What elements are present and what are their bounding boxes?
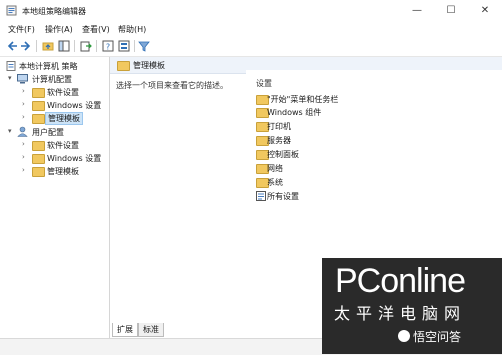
- tree-item-label: 用户配置: [32, 128, 64, 137]
- chevron-right-icon[interactable]: ›: [22, 100, 25, 108]
- tree-item-label: Windows 设置: [47, 101, 102, 110]
- list-item-label: 打印机: [267, 122, 291, 131]
- user-icon: [17, 126, 28, 137]
- computer-icon: [17, 74, 28, 84]
- folder-icon: [32, 114, 45, 124]
- filter-icon[interactable]: [138, 40, 150, 52]
- tree-item-label: 软件设置: [47, 141, 79, 150]
- help-icon[interactable]: ?: [102, 40, 114, 52]
- column-header-settings[interactable]: 设置: [256, 78, 272, 89]
- chevron-right-icon[interactable]: ›: [22, 140, 25, 148]
- maximize-button[interactable]: ☐: [434, 0, 468, 22]
- menu-action[interactable]: 操作(A): [45, 24, 73, 35]
- tree-item-label: 管理模板: [47, 167, 79, 176]
- chevron-right-icon[interactable]: ›: [22, 166, 25, 174]
- list-item-label: 系统: [267, 178, 283, 187]
- tree-item-label: 管理模板: [45, 112, 83, 125]
- tree-item-label: 计算机配置: [32, 75, 72, 84]
- wukong-qa-icon: [398, 330, 410, 342]
- toolbar-separator: [96, 40, 97, 52]
- up-folder-icon[interactable]: [42, 40, 54, 52]
- list-item-label: Windows 组件: [267, 108, 322, 117]
- folder-icon: [32, 88, 45, 98]
- toolbar-separator: [36, 40, 37, 52]
- folder-icon: [32, 167, 45, 177]
- show-hide-tree-icon[interactable]: [58, 40, 70, 52]
- tree-item-label: Windows 设置: [47, 154, 102, 163]
- chevron-down-icon[interactable]: ▾: [8, 127, 12, 135]
- tab-standard[interactable]: 标准: [138, 323, 164, 337]
- wukong-qa-text: 悟空问答: [413, 330, 462, 344]
- minimize-button[interactable]: —: [400, 0, 434, 22]
- all-settings-icon: [256, 191, 266, 201]
- toolbar-separator: [74, 40, 75, 52]
- pconline-logo: PConline: [335, 262, 466, 300]
- folder-icon: [32, 141, 45, 151]
- back-arrow-icon[interactable]: [6, 40, 18, 52]
- menu-view[interactable]: 查看(V): [82, 24, 110, 35]
- description-text: 选择一个项目来查看它的描述。: [116, 81, 228, 90]
- tree-item-label: 软件设置: [47, 88, 79, 97]
- list-item-label: 服务器: [267, 136, 291, 145]
- group-policy-app-icon: [6, 5, 17, 16]
- toolbar: [0, 36, 502, 57]
- policy-document-icon: [6, 61, 16, 71]
- menu-bar: [0, 22, 502, 36]
- folder-icon: [117, 61, 130, 71]
- close-button[interactable]: ✕: [468, 0, 502, 22]
- tree-root-label: 本地计算机 策略: [19, 62, 78, 71]
- properties-icon[interactable]: [118, 40, 130, 52]
- tab-extended[interactable]: 扩展: [112, 323, 138, 337]
- menu-file[interactable]: 文件(F): [8, 24, 35, 35]
- list-item-label: 网络: [267, 164, 283, 173]
- menu-help[interactable]: 帮助(H): [118, 24, 146, 35]
- list-item-label: "开始"菜单和任务栏: [267, 95, 339, 104]
- chevron-right-icon[interactable]: ›: [22, 153, 25, 161]
- chevron-right-icon[interactable]: ›: [22, 113, 25, 121]
- pconline-cn-text: 太平洋电脑网: [334, 304, 467, 323]
- folder-icon: [32, 101, 45, 111]
- chevron-down-icon[interactable]: ▾: [8, 74, 12, 82]
- folder-icon: [32, 154, 45, 164]
- forward-arrow-icon[interactable]: [20, 40, 32, 52]
- export-list-icon[interactable]: [80, 40, 92, 52]
- toolbar-separator: [134, 40, 135, 52]
- pane-header-title: 管理模板: [133, 61, 165, 70]
- chevron-right-icon[interactable]: ›: [22, 87, 25, 95]
- list-item-label: 所有设置: [267, 192, 299, 201]
- svg-text:?: ?: [106, 43, 110, 52]
- window-title: 本地组策略编辑器: [22, 7, 86, 16]
- list-item-label: 控制面板: [267, 150, 299, 159]
